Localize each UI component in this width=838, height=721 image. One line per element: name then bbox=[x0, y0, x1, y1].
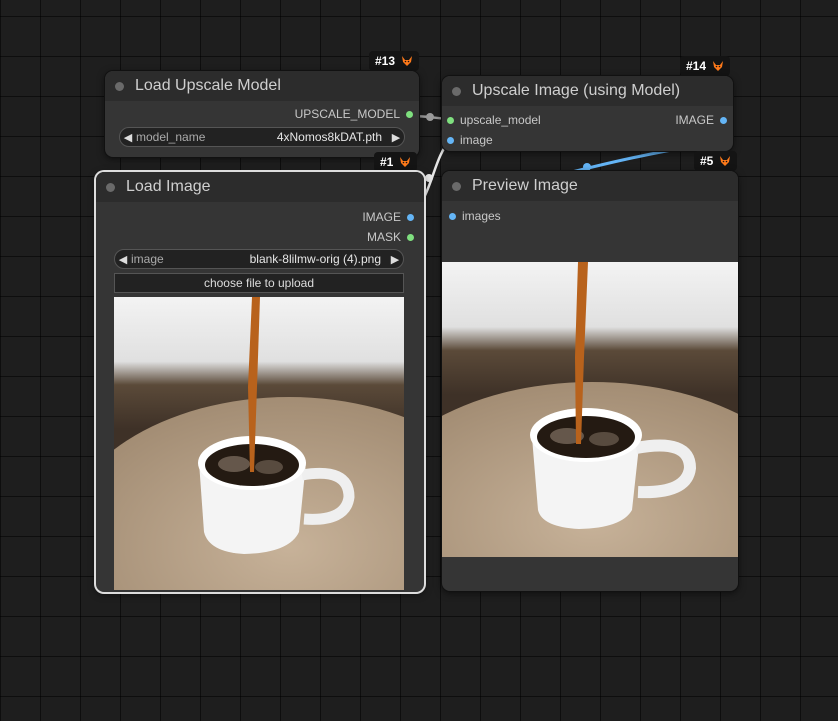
collapse-dot-icon[interactable] bbox=[452, 181, 461, 191]
fox-icon bbox=[400, 157, 411, 167]
node-id-badge: #13 bbox=[369, 51, 420, 71]
node-upscale-image[interactable]: Upscale Image (using Model) upscale_mode… bbox=[442, 76, 733, 151]
node-header[interactable]: Load Image bbox=[96, 172, 424, 202]
slot-label: image bbox=[460, 133, 493, 147]
image-preview bbox=[114, 297, 404, 590]
input-slot-upscale-model[interactable]: upscale_model bbox=[447, 112, 541, 128]
node-load-image[interactable]: Load Image IMAGE MASK ◀ image blank-8lil… bbox=[96, 172, 424, 592]
node-id-badge: #14 bbox=[680, 56, 731, 76]
output-slot-upscale-model[interactable]: UPSCALE_MODEL bbox=[295, 106, 413, 122]
output-pin-icon[interactable] bbox=[720, 116, 727, 124]
collapse-dot-icon[interactable] bbox=[106, 182, 115, 192]
widget-value: blank-8lilmw-orig (4).png bbox=[249, 252, 381, 266]
node-header[interactable]: Load Upscale Model bbox=[105, 71, 419, 101]
slot-label: upscale_model bbox=[460, 113, 541, 127]
link-midpoint bbox=[583, 163, 591, 171]
node-title: Load Upscale Model bbox=[135, 77, 281, 94]
slot-label: IMAGE bbox=[362, 210, 401, 224]
node-preview-image[interactable]: Preview Image images bbox=[442, 171, 738, 591]
fox-icon bbox=[720, 156, 731, 166]
output-pin-icon[interactable] bbox=[406, 110, 413, 118]
node-id-badge: #1 bbox=[374, 152, 418, 172]
fox-icon bbox=[402, 56, 413, 66]
link-midpoint bbox=[426, 113, 434, 121]
model-name-combo[interactable]: ◀ model_name 4xNomos8kDAT.pth ▶ bbox=[119, 127, 405, 147]
output-slot-image[interactable]: IMAGE bbox=[362, 209, 414, 225]
input-pin-icon[interactable] bbox=[449, 212, 456, 220]
input-slot-images[interactable]: images bbox=[449, 208, 501, 224]
collapse-dot-icon[interactable] bbox=[115, 81, 124, 91]
slot-label: MASK bbox=[366, 230, 401, 244]
slot-label: UPSCALE_MODEL bbox=[294, 107, 400, 121]
node-title: Upscale Image (using Model) bbox=[472, 82, 681, 99]
slot-label: images bbox=[462, 209, 501, 223]
output-pin-icon[interactable] bbox=[407, 233, 414, 241]
slot-label: IMAGE bbox=[675, 113, 714, 127]
node-load-upscale-model[interactable]: Load Upscale Model UPSCALE_MODEL ◀ model… bbox=[105, 71, 419, 157]
node-title: Load Image bbox=[126, 178, 211, 195]
input-slot-image[interactable]: image bbox=[447, 132, 493, 148]
decrement-arrow-icon[interactable]: ◀ bbox=[115, 253, 131, 266]
increment-arrow-icon[interactable]: ▶ bbox=[387, 253, 403, 266]
image-combo[interactable]: ◀ image blank-8lilmw-orig (4).png ▶ bbox=[114, 249, 404, 269]
choose-file-button[interactable]: choose file to upload bbox=[114, 273, 404, 293]
node-header[interactable]: Upscale Image (using Model) bbox=[442, 76, 733, 106]
node-id-badge: #5 bbox=[694, 151, 738, 171]
input-pin-icon[interactable] bbox=[447, 116, 454, 124]
output-slot-mask[interactable]: MASK bbox=[367, 229, 414, 245]
widget-label: model_name bbox=[136, 130, 206, 144]
output-pin-icon[interactable] bbox=[407, 213, 414, 221]
output-slot-image[interactable]: IMAGE bbox=[675, 112, 727, 128]
increment-arrow-icon[interactable]: ▶ bbox=[388, 131, 404, 144]
fox-icon bbox=[713, 61, 724, 71]
widget-label: image bbox=[131, 252, 164, 266]
input-pin-icon[interactable] bbox=[447, 136, 454, 144]
link-midpoint bbox=[425, 174, 433, 182]
decrement-arrow-icon[interactable]: ◀ bbox=[120, 131, 136, 144]
collapse-dot-icon[interactable] bbox=[452, 86, 461, 96]
image-preview bbox=[442, 262, 738, 557]
node-title: Preview Image bbox=[472, 177, 578, 194]
node-header[interactable]: Preview Image bbox=[442, 171, 738, 201]
widget-value: 4xNomos8kDAT.pth bbox=[276, 130, 382, 144]
